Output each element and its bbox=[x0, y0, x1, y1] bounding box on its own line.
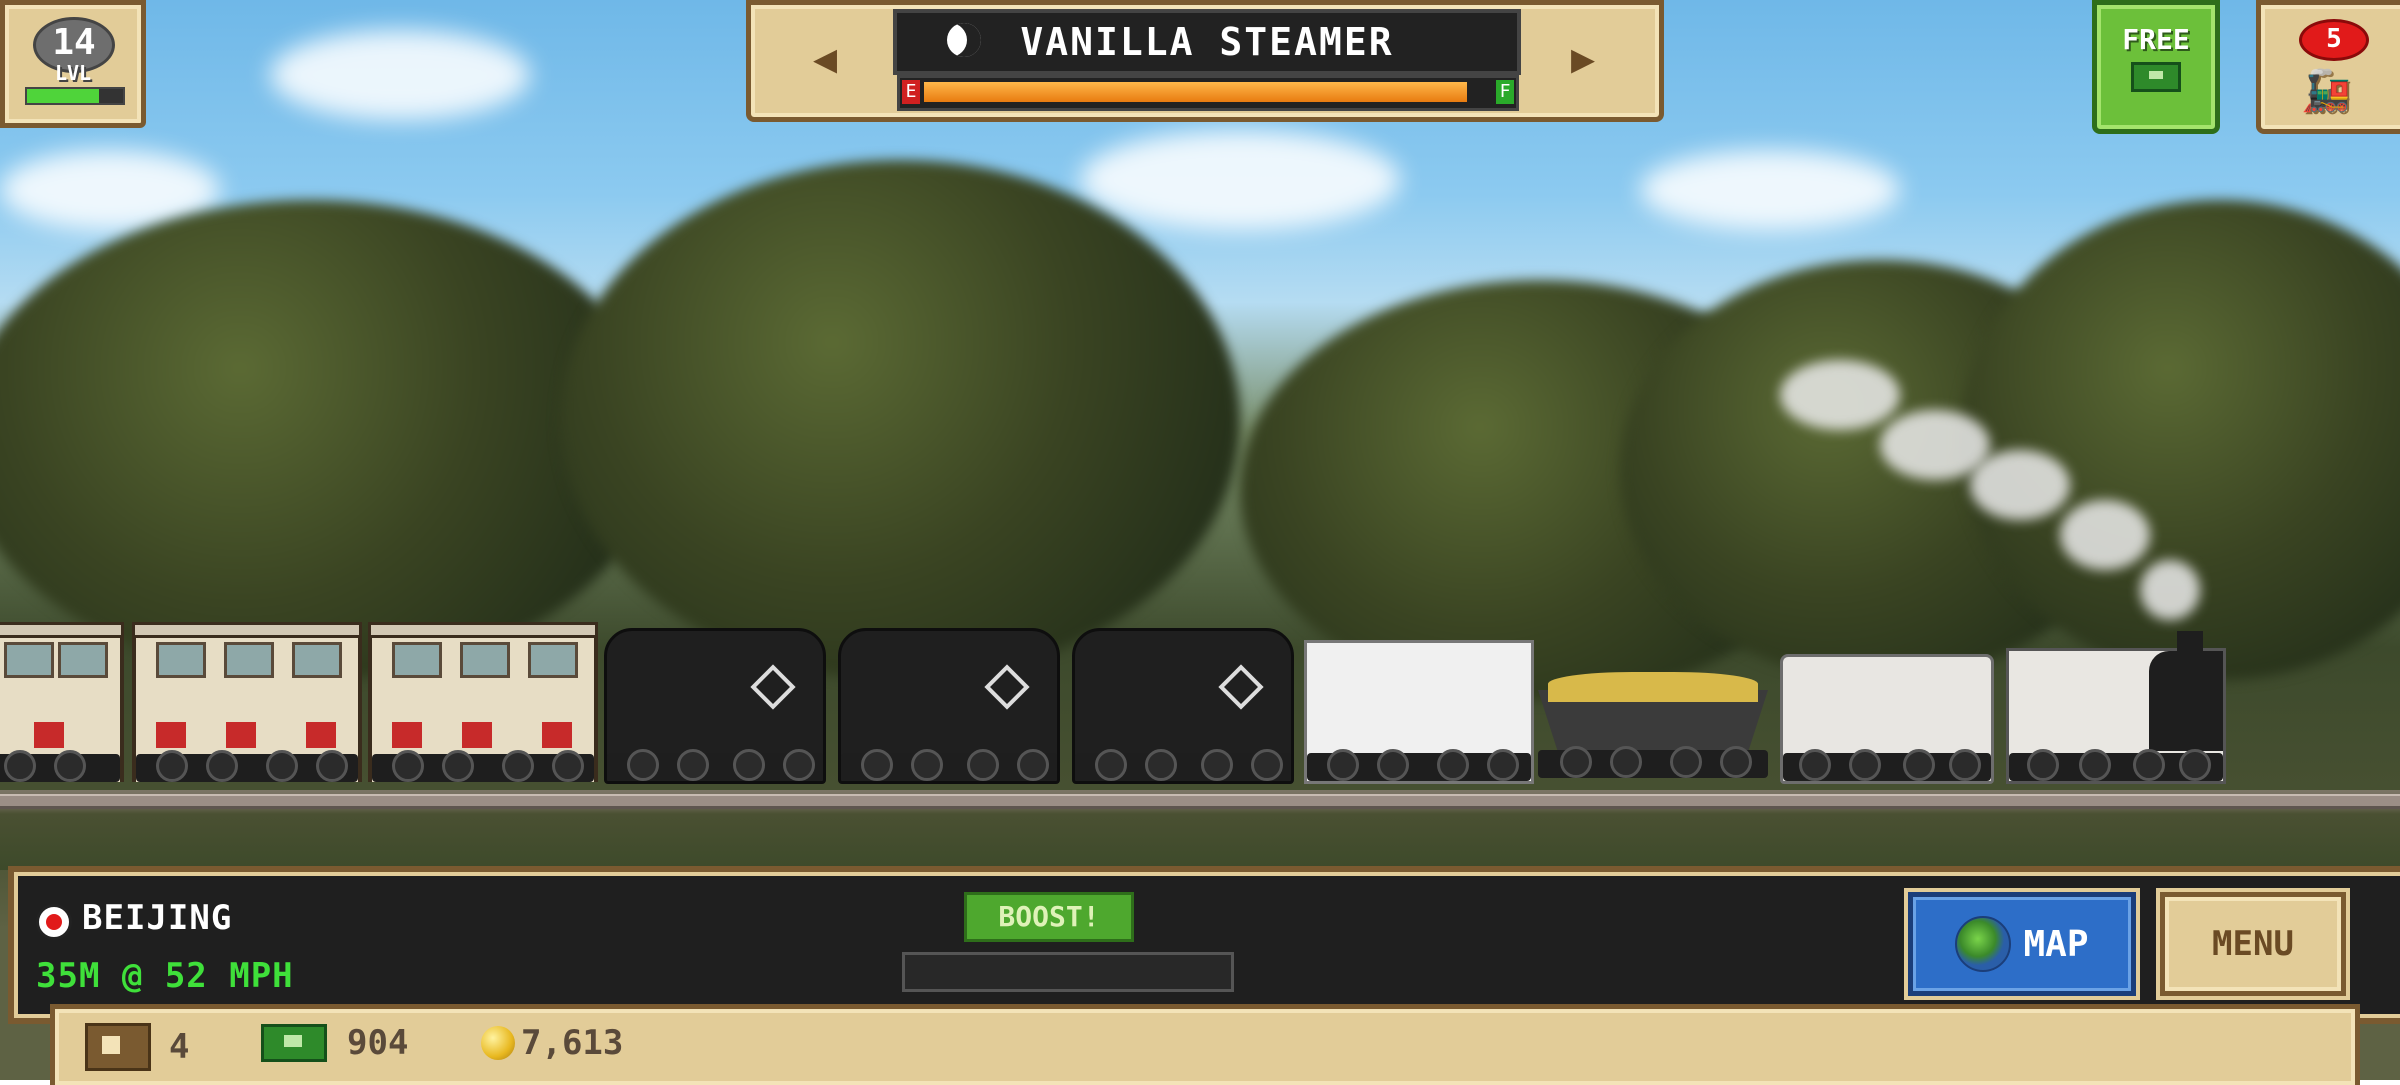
night-moon-icon bbox=[947, 23, 981, 57]
cash-icon bbox=[2131, 62, 2181, 92]
station-marker-icon bbox=[36, 904, 72, 940]
coins-value: 7,613 bbox=[521, 1023, 624, 1063]
steam-puff bbox=[1970, 450, 2070, 520]
trains-count-badge: 5 bbox=[2299, 19, 2369, 61]
free-cash-button[interactable]: FREE bbox=[2092, 0, 2220, 134]
level-label: LVL bbox=[54, 61, 92, 85]
cash-icon bbox=[261, 1024, 327, 1062]
train-name: VANILLA STEAMER bbox=[1020, 20, 1394, 64]
level-progress-bar bbox=[25, 87, 125, 105]
coin-icon bbox=[481, 1026, 515, 1060]
steam-locomotive[interactable] bbox=[2006, 631, 2226, 784]
passenger-car[interactable] bbox=[132, 622, 362, 782]
train-selector: ◀ VANILLA STEAMER E F ▶ bbox=[746, 0, 1664, 122]
rail-track bbox=[0, 794, 2400, 809]
boost-meter bbox=[902, 952, 1234, 992]
fuel-fill bbox=[924, 82, 1468, 102]
resource-bar: 4 904 7,613 bbox=[50, 1004, 2360, 1085]
fuel-full-label: F bbox=[1496, 80, 1514, 104]
map-button[interactable]: MAP bbox=[1908, 892, 2136, 996]
cash-value: 904 bbox=[347, 1023, 409, 1063]
menu-button[interactable]: MENU bbox=[2160, 892, 2346, 996]
crates-value: 4 bbox=[169, 1027, 190, 1067]
cloud bbox=[1080, 130, 1400, 230]
destination-station: BEIJING bbox=[82, 898, 233, 938]
cloud bbox=[270, 30, 530, 120]
next-train-button[interactable]: ▶ bbox=[1517, 13, 1649, 105]
passenger-car[interactable] bbox=[368, 622, 598, 782]
cash-counter[interactable]: 904 bbox=[261, 1023, 408, 1063]
coins-counter[interactable]: 7,613 bbox=[481, 1023, 623, 1063]
passenger-car[interactable] bbox=[0, 622, 124, 782]
steam-puff bbox=[1780, 360, 1900, 430]
speed-readout: 35M @ 52 MPH bbox=[36, 956, 294, 996]
fuel-empty-label: E bbox=[902, 80, 920, 104]
tank-car[interactable] bbox=[838, 628, 1060, 784]
tank-car[interactable] bbox=[604, 628, 826, 784]
shop-car[interactable] bbox=[1304, 640, 1534, 784]
trains-button[interactable]: 5 🚂 bbox=[2256, 0, 2400, 134]
level-badge[interactable]: 14 LVL bbox=[0, 0, 146, 128]
steam-puff bbox=[2060, 500, 2150, 570]
train-name-box: VANILLA STEAMER bbox=[893, 9, 1521, 75]
fuel-gauge: E F bbox=[897, 75, 1519, 111]
train-icon: 🚂 bbox=[2301, 68, 2351, 114]
right-arrow-icon: ▶ bbox=[1570, 36, 1596, 82]
map-label: MAP bbox=[2023, 923, 2089, 965]
left-arrow-icon: ◀ bbox=[812, 36, 838, 82]
boost-button[interactable]: BOOST! bbox=[964, 892, 1134, 942]
hopper-car[interactable] bbox=[1538, 628, 1768, 778]
control-panel: BEIJING 35M @ 52 MPH BOOST! MAP MENU bbox=[8, 866, 2400, 1024]
steam-puff bbox=[2140, 560, 2200, 620]
tender-car[interactable] bbox=[1780, 654, 1994, 784]
crates-counter[interactable]: 4 bbox=[85, 1023, 189, 1071]
cloud bbox=[1640, 150, 1900, 230]
globe-icon bbox=[1955, 916, 2012, 972]
free-label: FREE bbox=[2122, 23, 2190, 56]
prev-train-button[interactable]: ◀ bbox=[759, 13, 891, 105]
tree bbox=[560, 160, 1240, 680]
tank-car[interactable] bbox=[1072, 628, 1294, 784]
crate-icon bbox=[85, 1023, 151, 1071]
